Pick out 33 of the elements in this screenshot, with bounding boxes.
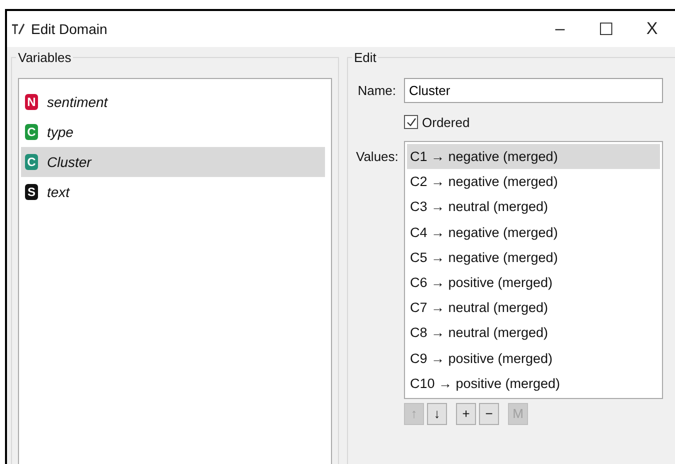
group-title: Variables	[16, 50, 74, 65]
edit-button[interactable]: −	[479, 402, 499, 425]
value-item[interactable]: C2 → negative (merged)	[407, 169, 660, 194]
move-button[interactable]: ↓	[427, 402, 447, 425]
type-badge: C	[25, 154, 38, 170]
name-label: Name:	[356, 83, 396, 98]
value-item[interactable]: C4 → negative (merged)	[407, 220, 660, 245]
checkbox-label: Ordered	[422, 114, 470, 130]
group-title: Edit	[352, 50, 378, 65]
type-badge: S	[25, 184, 38, 200]
type-badge: N	[25, 94, 38, 110]
value-item[interactable]: C5 → negative (merged)	[407, 244, 660, 270]
type-badge: C	[25, 124, 38, 140]
maximize-button[interactable]: ☐	[583, 14, 629, 44]
ordered-checkbox[interactable]	[404, 115, 418, 129]
variable-item[interactable]: N sentiment	[21, 87, 325, 117]
variable-item[interactable]: C type	[21, 117, 325, 147]
value-item[interactable]: C6 → positive (merged)	[407, 270, 660, 296]
close-button[interactable]: X	[629, 14, 675, 44]
name-field[interactable]: Cluster	[404, 78, 663, 103]
variable-item[interactable]: C Cluster	[21, 147, 325, 177]
value-item[interactable]: C3 → neutral (merged)	[407, 194, 660, 220]
variable-item[interactable]: S text	[21, 177, 325, 207]
minimize-button[interactable]: –	[537, 14, 583, 44]
value-item[interactable]: C7 → neutral (merged)	[407, 295, 660, 320]
value-item[interactable]: C10 → positive (merged)	[407, 370, 660, 396]
app-icon	[11, 23, 25, 35]
value-item[interactable]: C9 → positive (merged)	[407, 346, 660, 371]
edit-button[interactable]: +	[456, 402, 476, 425]
values-label: Values:	[356, 149, 396, 164]
window-title: Edit Domain	[31, 21, 108, 37]
value-item[interactable]: C8 → neutral (merged)	[407, 320, 660, 346]
value-item[interactable]: C1 → negative (merged)	[407, 144, 660, 170]
